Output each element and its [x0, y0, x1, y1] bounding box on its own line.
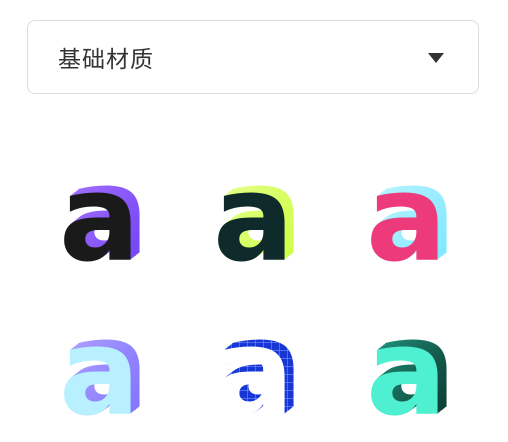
letter-face: a [213, 150, 294, 278]
letter-a-lime-icon: aaaaaaaaaaa [213, 148, 303, 278]
material-option-purple-chrome[interactable]: aaaaaaaaaaa [45, 148, 165, 278]
letter-a-lavender-icon: aaaaaaaaaaa [59, 302, 149, 432]
letter-a-pink-cyan-icon: aaaaaaaaaaa [366, 148, 456, 278]
material-option-mint-dark[interactable]: aaaaaaaaaaa [352, 302, 472, 432]
letter-face: a [59, 304, 140, 432]
letter-a-purple-chrome-icon: aaaaaaaaaaa [59, 148, 149, 278]
letter-face: a [366, 304, 447, 432]
material-option-lime-dark[interactable]: aaaaaaaaaaa [199, 148, 319, 278]
material-option-lavender-blue[interactable]: aaaaaaaaaaa [45, 302, 165, 432]
material-option-blue-grid[interactable]: aaaaaaaaaaa [199, 302, 319, 432]
material-grid: aaaaaaaaaaa aaaaaaaaaaa aaaaaaaaaaa aaaa… [0, 0, 508, 442]
letter-face: a [213, 304, 294, 432]
letter-a-blue-grid-icon: aaaaaaaaaaa [213, 302, 303, 432]
material-option-pink-cyan[interactable]: aaaaaaaaaaa [352, 148, 472, 278]
letter-a-mint-icon: aaaaaaaaaaa [366, 302, 456, 432]
letter-face: a [59, 150, 140, 278]
letter-face: a [366, 150, 447, 278]
